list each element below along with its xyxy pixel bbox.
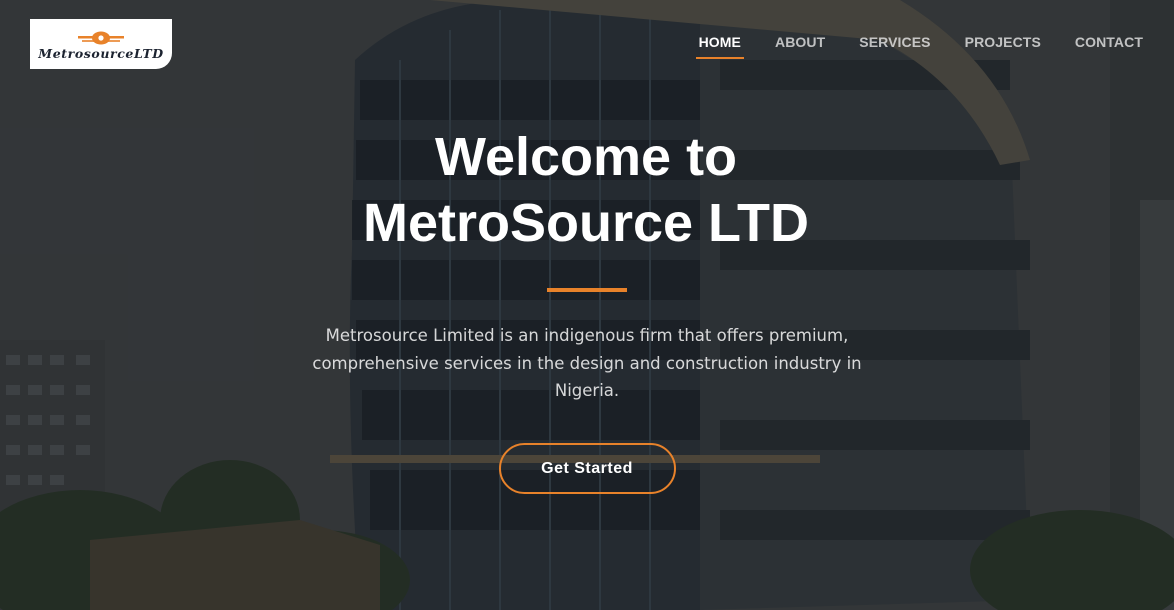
hero-description: Metrosource Limited is an indigenous fir… [312,326,862,400]
hero-title-line2: MetroSource LTD [362,193,810,253]
logo-emblem-icon [78,31,124,45]
hero-title-line1: Welcome to [434,127,738,187]
hero-title: Welcome to MetroSource LTD [0,124,1174,256]
main-nav: HOME ABOUT SERVICES PROJECTS CONTACT [665,34,1143,59]
nav-item-contact[interactable]: CONTACT [1075,34,1143,58]
logo-text: MetrosourceLTD [38,46,164,61]
nav-item-projects[interactable]: PROJECTS [965,34,1041,58]
nav-item-about[interactable]: ABOUT [775,34,825,58]
logo[interactable]: MetrosourceLTD [30,19,172,69]
nav-item-home[interactable]: HOME [695,34,745,59]
title-divider [547,288,627,292]
get-started-button[interactable]: Get Started [498,442,676,494]
nav-item-services[interactable]: SERVICES [859,34,930,58]
hero-content: Welcome to MetroSource LTD Metrosource L… [0,124,1174,494]
